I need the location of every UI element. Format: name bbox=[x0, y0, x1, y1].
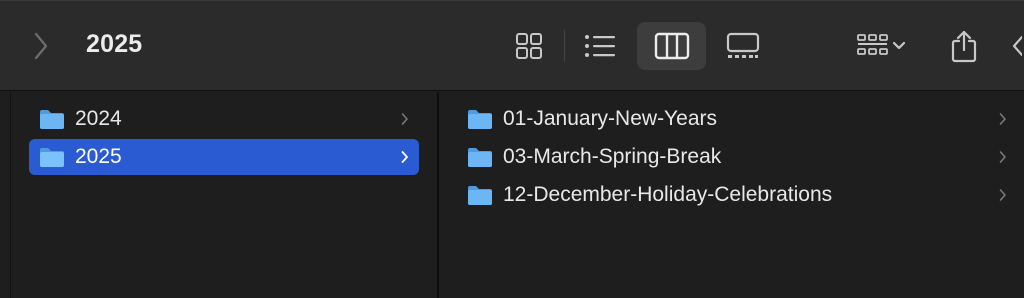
folder-label: 12-December-Holiday-Celebrations bbox=[503, 183, 833, 206]
folder-row-2025[interactable]: 2025 bbox=[29, 139, 419, 175]
icon-view-button[interactable] bbox=[509, 22, 549, 70]
column-view-icon bbox=[654, 32, 689, 60]
chevron-right-icon bbox=[401, 151, 408, 163]
back-chevron-icon[interactable] bbox=[33, 31, 49, 61]
folder-label: 2024 bbox=[75, 107, 122, 130]
folder-label: 01-January-New-Years bbox=[503, 107, 717, 130]
share-icon bbox=[951, 30, 977, 63]
column-view-button[interactable] bbox=[637, 22, 706, 70]
folder-icon bbox=[468, 147, 492, 167]
chevron-down-icon bbox=[892, 41, 906, 50]
list-view-icon bbox=[585, 35, 615, 57]
folder-icon bbox=[40, 109, 64, 129]
column-pane-years: 2024 2025 bbox=[10, 92, 437, 298]
toolbar: 2025 bbox=[0, 0, 1024, 91]
toolbar-divider bbox=[564, 30, 565, 62]
folder-label: 2025 bbox=[75, 145, 122, 168]
tag-icon bbox=[1012, 35, 1022, 57]
list-view-button[interactable] bbox=[580, 22, 620, 70]
gallery-view-icon bbox=[726, 32, 760, 58]
window-title: 2025 bbox=[86, 30, 143, 58]
folder-label: 03-March-Spring-Break bbox=[503, 145, 722, 168]
gallery-view-button[interactable] bbox=[722, 22, 764, 70]
column-pane-2025: 01-January-New-Years 03-March-Spring-Bre… bbox=[439, 92, 1024, 298]
tag-button[interactable] bbox=[1004, 22, 1024, 70]
icon-view-icon bbox=[516, 33, 542, 59]
folder-icon bbox=[468, 109, 492, 129]
folder-row-01-january[interactable]: 01-January-New-Years bbox=[457, 101, 1017, 137]
chevron-right-icon bbox=[999, 113, 1006, 125]
chevron-right-icon bbox=[999, 151, 1006, 163]
group-by-icon bbox=[857, 34, 888, 55]
share-button[interactable] bbox=[944, 22, 984, 70]
folder-row-03-march[interactable]: 03-March-Spring-Break bbox=[457, 139, 1017, 175]
folder-icon bbox=[40, 147, 64, 167]
chevron-right-icon bbox=[401, 113, 408, 125]
folder-icon bbox=[468, 185, 492, 205]
group-by-button[interactable] bbox=[848, 22, 914, 70]
folder-row-12-december[interactable]: 12-December-Holiday-Celebrations bbox=[457, 177, 1017, 213]
folder-row-2024[interactable]: 2024 bbox=[29, 101, 419, 137]
chevron-right-icon bbox=[999, 189, 1006, 201]
